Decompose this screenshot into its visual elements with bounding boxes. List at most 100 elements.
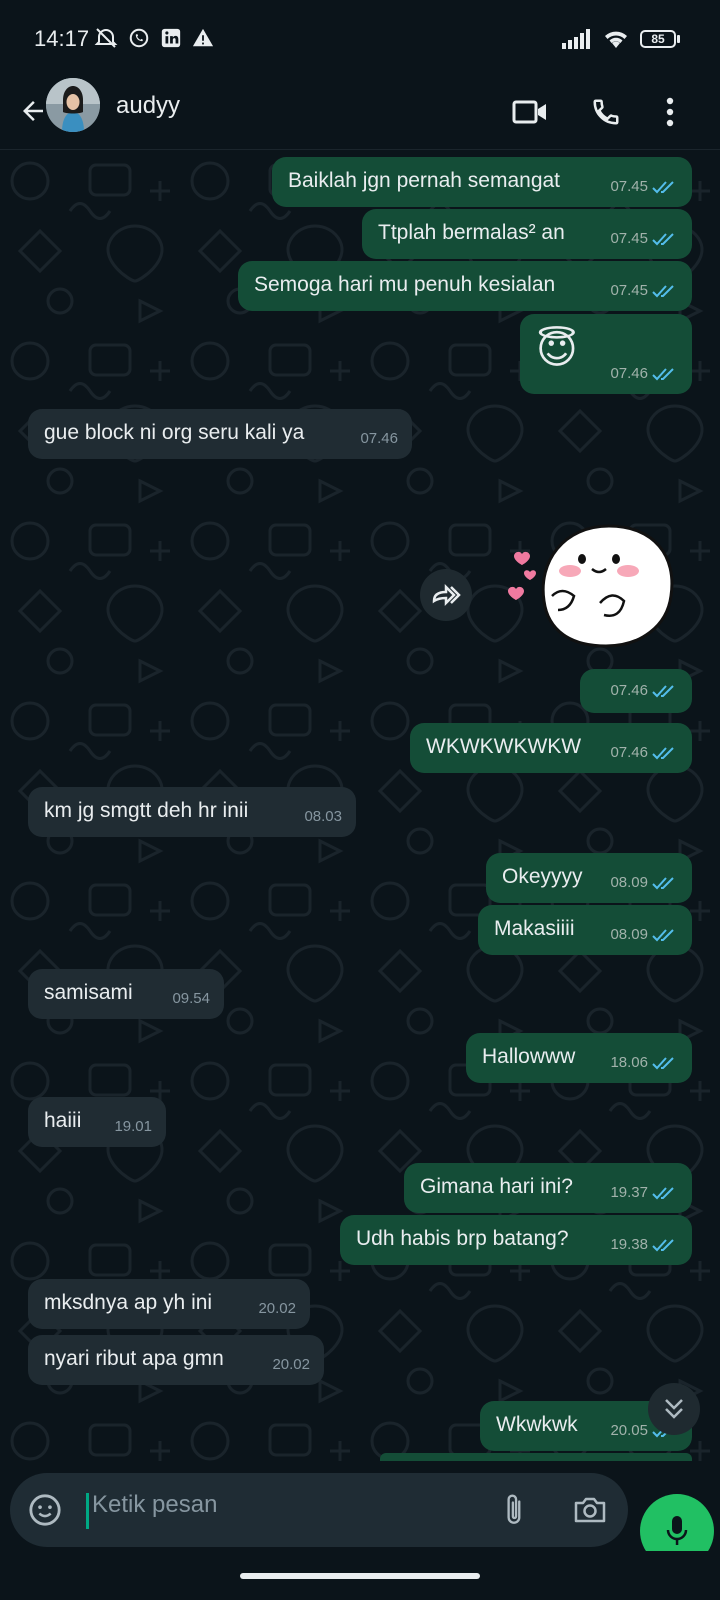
- video-call-button[interactable]: [506, 88, 554, 136]
- contact-name[interactable]: audyy: [116, 92, 180, 120]
- message-time: 20.02: [272, 1356, 310, 1373]
- message-text: Udh habis brp batang?: [356, 1227, 569, 1250]
- notification-icons: [94, 26, 214, 50]
- avatar-photo-icon: [46, 78, 100, 132]
- message-text: gue block ni org seru kali ya: [44, 421, 305, 444]
- message-composer[interactable]: Ketik pesan: [10, 1473, 628, 1547]
- phone-icon: [593, 99, 619, 125]
- system-icons: 85: [562, 28, 680, 50]
- paperclip-icon: [507, 1494, 521, 1524]
- warning-icon: [192, 28, 214, 47]
- outgoing-message[interactable]: WKWKWKWKW 07.46: [410, 723, 692, 773]
- text-cursor: [86, 1493, 89, 1529]
- message-text: Makasiiii: [494, 917, 575, 940]
- message-text: Gimana hari ini?: [420, 1175, 573, 1198]
- read-ticks-icon: [652, 1187, 674, 1200]
- read-ticks-icon: [652, 877, 674, 890]
- incoming-message[interactable]: haiii 19.01: [28, 1097, 166, 1147]
- forward-icon: [432, 583, 461, 607]
- system-navigation-bar: [0, 1551, 720, 1600]
- outgoing-message[interactable]: Gimana hari ini? 19.37: [404, 1163, 692, 1213]
- read-ticks-icon: [652, 181, 674, 194]
- outgoing-emoji-message[interactable]: 😇 07.46: [520, 314, 692, 394]
- message-time: 07.45: [610, 178, 648, 195]
- message-list[interactable]: Baiklah jgn pernah semangat 07.45 Ttplah…: [0, 151, 720, 1461]
- more-vert-icon: [666, 97, 674, 127]
- message-time: 20.05: [610, 1422, 648, 1439]
- status-time: 14:17: [34, 26, 90, 51]
- battery-level: 85: [640, 30, 676, 48]
- voice-call-button[interactable]: [582, 88, 630, 136]
- forward-button[interactable]: [420, 569, 472, 621]
- read-ticks-icon: [652, 1057, 674, 1070]
- blushing-mochi-sticker[interactable]: [504, 511, 684, 651]
- message-time: 07.46: [610, 744, 648, 761]
- scroll-to-bottom-button[interactable]: [648, 1383, 700, 1435]
- read-ticks-icon: [652, 1239, 674, 1252]
- next-message-edge: [380, 1453, 692, 1461]
- outgoing-message[interactable]: Semoga hari mu penuh kesialan 07.45: [238, 261, 692, 311]
- message-text: WKWKWKWKW: [426, 735, 582, 758]
- wifi-icon: [605, 31, 627, 48]
- incoming-message[interactable]: nyari ribut apa gmn 20.02: [28, 1335, 324, 1385]
- message-text: Ttplah bermalas² an: [378, 221, 565, 244]
- message-text: Okeyyyy: [502, 865, 583, 888]
- read-ticks-icon: [652, 368, 674, 381]
- camera-icon: [574, 1497, 606, 1523]
- message-text: Hallowww: [482, 1045, 576, 1068]
- attach-button[interactable]: [496, 1491, 534, 1529]
- double-chevron-down-icon: [665, 1399, 683, 1419]
- outgoing-message[interactable]: Udh habis brp batang? 19.38: [340, 1215, 692, 1265]
- outgoing-message[interactable]: Ttplah bermalas² an 07.45: [362, 209, 692, 259]
- outgoing-message[interactable]: Okeyyyy 08.09: [486, 853, 692, 903]
- microphone-icon: [666, 1516, 688, 1545]
- message-text: haiii: [44, 1109, 82, 1132]
- message-input[interactable]: Ketik pesan: [92, 1491, 217, 1519]
- emoji-button[interactable]: [26, 1491, 64, 1529]
- message-time: 07.45: [610, 282, 648, 299]
- sticker-timestamp: 07.46: [580, 669, 692, 713]
- message-time: 08.09: [610, 926, 648, 943]
- whatsapp-icon: [129, 28, 149, 48]
- message-time: 09.54: [172, 990, 210, 1007]
- incoming-message[interactable]: gue block ni org seru kali ya 07.46: [28, 409, 412, 459]
- read-ticks-icon: [652, 685, 674, 698]
- message-emoji: 😇: [536, 328, 578, 372]
- outgoing-message[interactable]: Makasiiii 08.09: [478, 905, 692, 955]
- message-text: samisami: [44, 981, 133, 1004]
- sticker-emoji-icon: [29, 1494, 61, 1526]
- message-text: Semoga hari mu penuh kesialan: [254, 273, 556, 296]
- read-ticks-icon: [652, 929, 674, 942]
- message-time: 07.46: [360, 430, 398, 447]
- message-text: Wkwkwk: [496, 1413, 578, 1436]
- composer-bar: Ketik pesan: [0, 1461, 720, 1551]
- message-time: 19.37: [610, 1184, 648, 1201]
- contact-avatar[interactable]: [46, 78, 100, 132]
- incoming-message[interactable]: samisami 09.54: [28, 969, 224, 1019]
- incoming-message[interactable]: km jg smgtt deh hr inii 08.03: [28, 787, 356, 837]
- battery-icon: 85: [640, 30, 680, 48]
- alarm-off-icon: [94, 28, 118, 48]
- incoming-message[interactable]: mksdnya ap yh ini 20.02: [28, 1279, 310, 1329]
- read-ticks-icon: [652, 747, 674, 760]
- read-ticks-icon: [652, 285, 674, 298]
- message-time: 08.09: [610, 874, 648, 891]
- message-text: mksdnya ap yh ini: [44, 1291, 213, 1314]
- camera-button[interactable]: [570, 1491, 610, 1529]
- message-text: nyari ribut apa gmn: [44, 1347, 224, 1370]
- message-time: 20.02: [258, 1300, 296, 1317]
- message-time: 07.45: [610, 230, 648, 247]
- arrow-back-icon: [23, 101, 43, 121]
- outgoing-message[interactable]: Baiklah jgn pernah semangat 07.45: [272, 157, 692, 207]
- read-ticks-icon: [652, 233, 674, 246]
- status-bar: 14:17 85: [0, 0, 720, 76]
- message-text: km jg smgtt deh hr inii: [44, 799, 249, 822]
- video-call-icon: [512, 100, 546, 124]
- more-options-button[interactable]: [646, 88, 694, 136]
- signal-icon: [562, 29, 590, 49]
- chat-header: audyy: [0, 76, 720, 150]
- home-gesture-handle[interactable]: [240, 1573, 480, 1579]
- message-time: 19.01: [114, 1118, 152, 1135]
- outgoing-message[interactable]: Hallowww 18.06: [466, 1033, 692, 1083]
- message-time: 19.38: [610, 1236, 648, 1253]
